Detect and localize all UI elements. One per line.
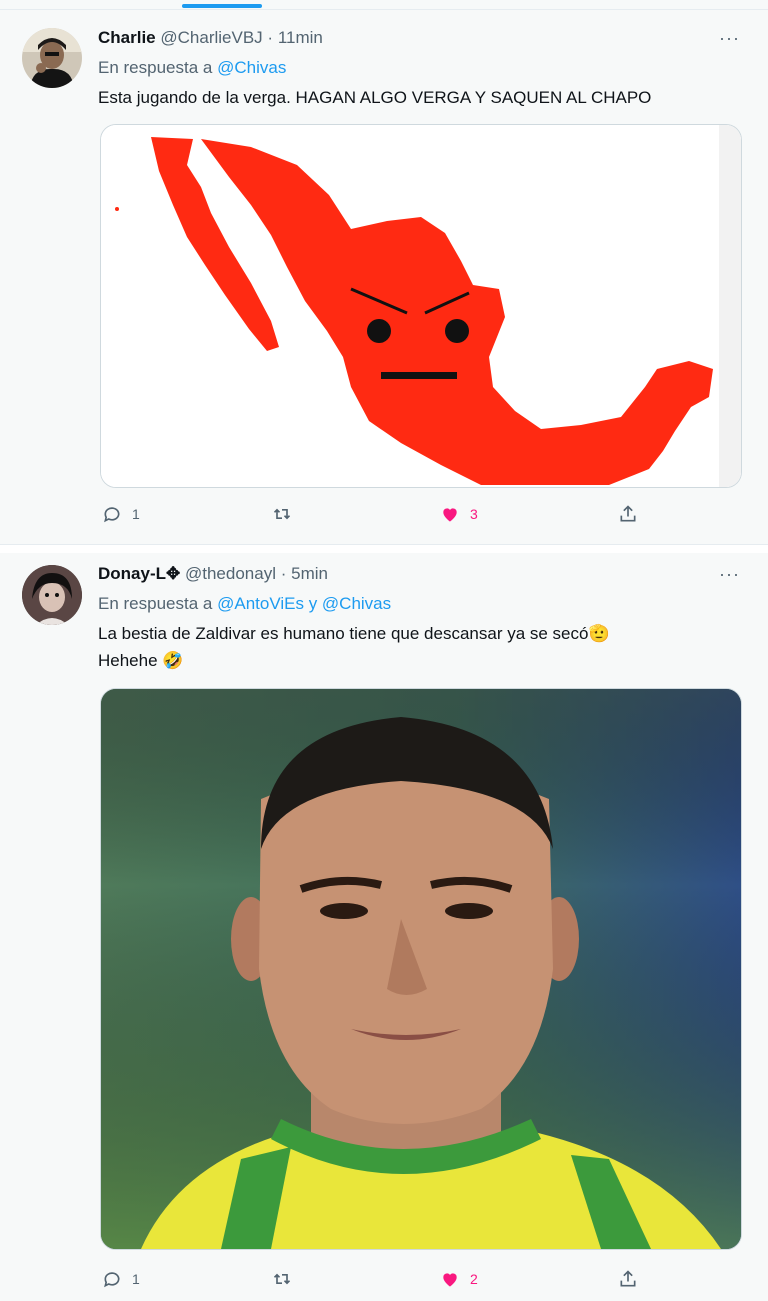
avatar[interactable] <box>22 565 82 625</box>
tweet-actions: 1 2 <box>0 1269 768 1293</box>
heart-icon <box>443 508 457 522</box>
reply-context: En respuesta a @Chivas <box>98 58 286 78</box>
retweet-icon <box>273 1273 291 1285</box>
like-count: 3 <box>470 506 478 522</box>
tab-indicator <box>182 4 262 8</box>
tweet-card[interactable]: Donay-L✥ @thedonayl · 5min ··· En respue… <box>0 553 768 1301</box>
avatar[interactable] <box>22 28 82 88</box>
author-name[interactable]: Charlie <box>98 28 156 47</box>
share-button[interactable] <box>618 504 638 524</box>
tweet-media-image[interactable] <box>100 124 742 488</box>
retweet-button[interactable] <box>272 1269 302 1289</box>
tweet-header: Donay-L✥ @thedonayl · 5min <box>98 564 328 584</box>
tweet-time[interactable]: 11min <box>278 28 323 47</box>
tweet-text-line: Hehehe 🤣 <box>98 651 184 670</box>
author-handle[interactable]: @CharlieVBJ <box>160 28 262 47</box>
separator-dot: · <box>267 28 274 47</box>
tweet-header: Charlie @CharlieVBJ · 11min <box>98 28 323 48</box>
tweet-time[interactable]: 5min <box>291 564 328 583</box>
tweet-media-image[interactable] <box>100 688 742 1250</box>
share-icon <box>620 1270 636 1287</box>
share-button[interactable] <box>618 1269 638 1289</box>
reply-icon <box>104 507 120 523</box>
reply-context: En respuesta a @AntoViEs y @Chivas <box>98 594 391 614</box>
separator-dot: · <box>280 564 287 583</box>
more-options-icon[interactable]: ··· <box>719 28 740 49</box>
reply-mention-link[interactable]: @Chivas <box>217 58 286 77</box>
tweet-text-line: La bestia de Zaldivar es humano tiene qu… <box>98 624 610 643</box>
like-button[interactable]: 2 <box>440 1269 478 1289</box>
tweet-text: Esta jugando de la verga. HAGAN ALGO VER… <box>98 88 652 107</box>
retweet-icon <box>273 508 291 520</box>
mexico-map-image <box>101 125 741 487</box>
tweet-actions: 1 3 <box>0 504 768 528</box>
retweet-button[interactable] <box>272 504 302 524</box>
like-count: 2 <box>470 1271 478 1287</box>
player-portrait-image <box>101 689 741 1249</box>
heart-icon <box>443 1273 457 1287</box>
reply-count: 1 <box>132 1271 140 1287</box>
share-icon <box>620 505 636 522</box>
reply-count: 1 <box>132 506 140 522</box>
tweet-card[interactable]: Charlie @CharlieVBJ · 11min ··· En respu… <box>0 10 768 546</box>
reply-button[interactable]: 1 <box>102 504 140 524</box>
tweet-text: La bestia de Zaldivar es humano tiene qu… <box>98 620 744 674</box>
more-options-icon[interactable]: ··· <box>719 564 740 585</box>
reply-icon <box>104 1272 120 1288</box>
author-handle[interactable]: @thedonayl <box>185 564 276 583</box>
reply-prefix: En respuesta a <box>98 594 213 613</box>
reply-button[interactable]: 1 <box>102 1269 140 1289</box>
author-name[interactable]: Donay-L✥ <box>98 564 180 583</box>
reply-prefix: En respuesta a <box>98 58 213 77</box>
timeline: Charlie @CharlieVBJ · 11min ··· En respu… <box>0 0 768 1301</box>
reply-mention-link[interactable]: @AntoViEs y @Chivas <box>217 594 391 613</box>
like-button[interactable]: 3 <box>440 504 478 524</box>
